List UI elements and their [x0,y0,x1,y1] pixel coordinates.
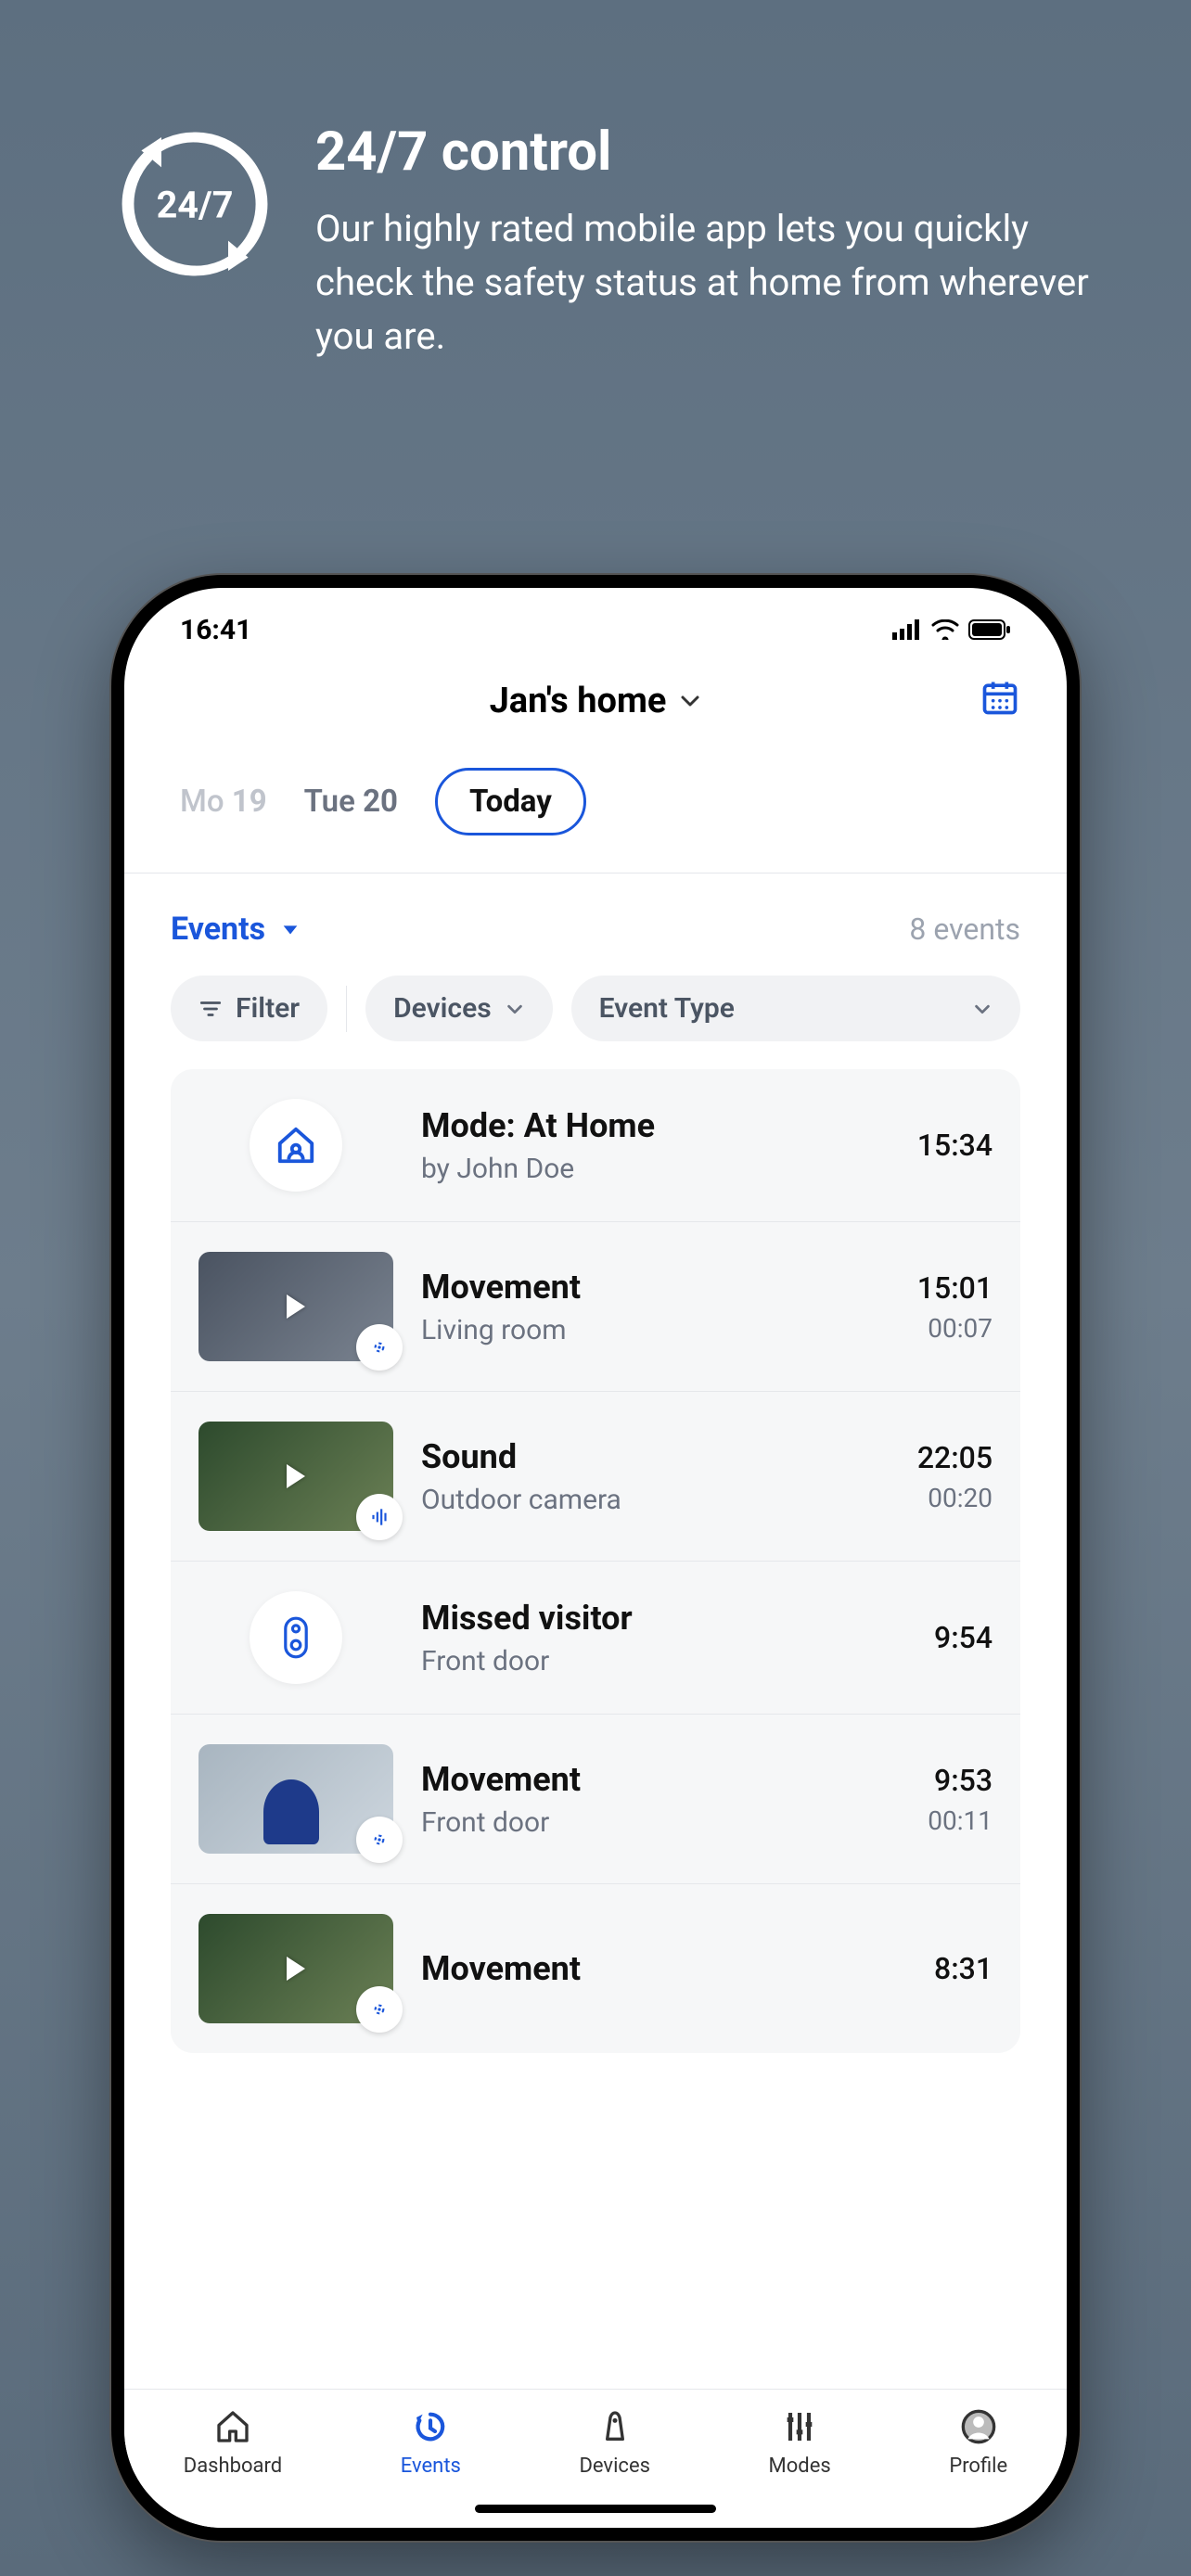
event-time: 9:53 [928,1763,992,1798]
device-icon [596,2406,634,2447]
day-tab-tue20[interactable]: Tue 20 [304,784,398,820]
event-subtitle: Living room [421,1314,890,1346]
cellular-icon [892,619,922,640]
sound-badge-icon [356,1494,403,1540]
tab-events[interactable]: Events [401,2406,461,2478]
event-subtitle: by John Doe [421,1153,890,1185]
calendar-icon [980,677,1020,718]
event-thumbnail [198,1744,393,1854]
app-screen: 16:41 Jan's home Mo 19 Tue 20 [124,588,1067,2528]
sliders-icon [781,2406,818,2447]
event-title: Mode: At Home [421,1106,890,1145]
tab-dashboard[interactable]: Dashboard [184,2406,282,2478]
filter-chip[interactable]: Filter [171,976,327,1041]
event-thumbnail [198,1252,393,1361]
event-title: Missed visitor [421,1599,906,1638]
home-name: Jan's home [490,681,667,721]
event-thumbnail [198,1422,393,1531]
calendar-button[interactable] [980,677,1020,721]
tab-devices[interactable]: Devices [579,2406,650,2478]
tab-modes[interactable]: Modes [769,2406,831,2478]
app-header: Jan's home [124,653,1067,749]
devices-chip[interactable]: Devices [365,976,553,1041]
day-tab-mo19[interactable]: Mo 19 [180,784,267,820]
promo-banner: 24/7 24/7 control Our highly rated mobil… [111,121,1098,363]
event-count: 8 events [909,912,1020,947]
home-indicator[interactable] [475,2505,716,2513]
filter-icon [198,997,223,1021]
play-icon [287,1957,305,1981]
event-duration: 00:20 [917,1483,992,1513]
event-time: 9:54 [934,1620,992,1655]
day-tabs: Mo 19 Tue 20 Today [124,749,1067,874]
event-title: Movement [421,1949,906,1988]
event-time: 15:34 [917,1128,992,1163]
wifi-icon [931,619,959,640]
event-duration: 00:07 [917,1313,992,1344]
event-row[interactable]: Sound Outdoor camera 22:05 00:20 [171,1392,1020,1562]
event-title: Sound [421,1437,890,1476]
event-row[interactable]: Movement 8:31 [171,1884,1020,2053]
motion-badge-icon [356,1986,403,2033]
event-title: Movement [421,1268,890,1307]
play-icon [287,1464,305,1488]
battery-icon [968,619,1011,640]
status-icons [892,619,1011,640]
tab-profile[interactable]: Profile [949,2406,1007,2478]
status-bar: 16:41 [124,588,1067,653]
doorbell-icon [250,1591,342,1684]
play-icon [287,1294,305,1319]
caret-down-icon [280,919,301,939]
event-row[interactable]: Missed visitor Front door 9:54 [171,1562,1020,1715]
event-type-chip[interactable]: Event Type [571,976,1020,1041]
event-thumbnail [198,1914,393,2023]
event-subtitle: Front door [421,1645,906,1677]
chevron-down-icon [505,999,525,1019]
promo-subtitle: Our highly rated mobile app lets you qui… [315,202,1098,363]
event-subtitle: Outdoor camera [421,1484,890,1516]
status-time: 16:41 [180,614,251,646]
promo-title: 24/7 control [315,121,1098,184]
chevron-down-icon [679,690,701,712]
divider [346,986,347,1032]
event-list: Mode: At Home by John Doe 15:34 Movement… [171,1069,1020,2053]
profile-icon [960,2406,997,2447]
person-icon [263,1779,319,1844]
promo-247-icon: 24/7 [111,121,278,287]
home-selector[interactable]: Jan's home [490,681,702,721]
motion-badge-icon [356,1817,403,1863]
phone-frame: 16:41 Jan's home Mo 19 Tue 20 [111,575,1080,2541]
event-row[interactable]: Mode: At Home by John Doe 15:34 [171,1069,1020,1222]
chevron-down-icon [972,999,992,1019]
event-duration: 00:11 [928,1805,992,1836]
events-dropdown[interactable]: Events [171,911,301,948]
svg-text:24/7: 24/7 [157,183,234,226]
event-subtitle: Front door [421,1806,900,1839]
home-icon [214,2406,251,2447]
event-title: Movement [421,1760,900,1799]
event-time: 22:05 [917,1440,992,1475]
event-row[interactable]: Movement Front door 9:53 00:11 [171,1715,1020,1884]
home-mode-icon [250,1099,342,1192]
day-tab-today[interactable]: Today [435,768,586,835]
event-row[interactable]: Movement Living room 15:01 00:07 [171,1222,1020,1392]
events-section-header: Events 8 events [124,874,1067,976]
motion-badge-icon [356,1324,403,1371]
history-icon [412,2406,449,2447]
filter-row: Filter Devices Event Type [124,976,1067,1069]
event-time: 8:31 [934,1951,992,1986]
event-time: 15:01 [917,1270,992,1306]
